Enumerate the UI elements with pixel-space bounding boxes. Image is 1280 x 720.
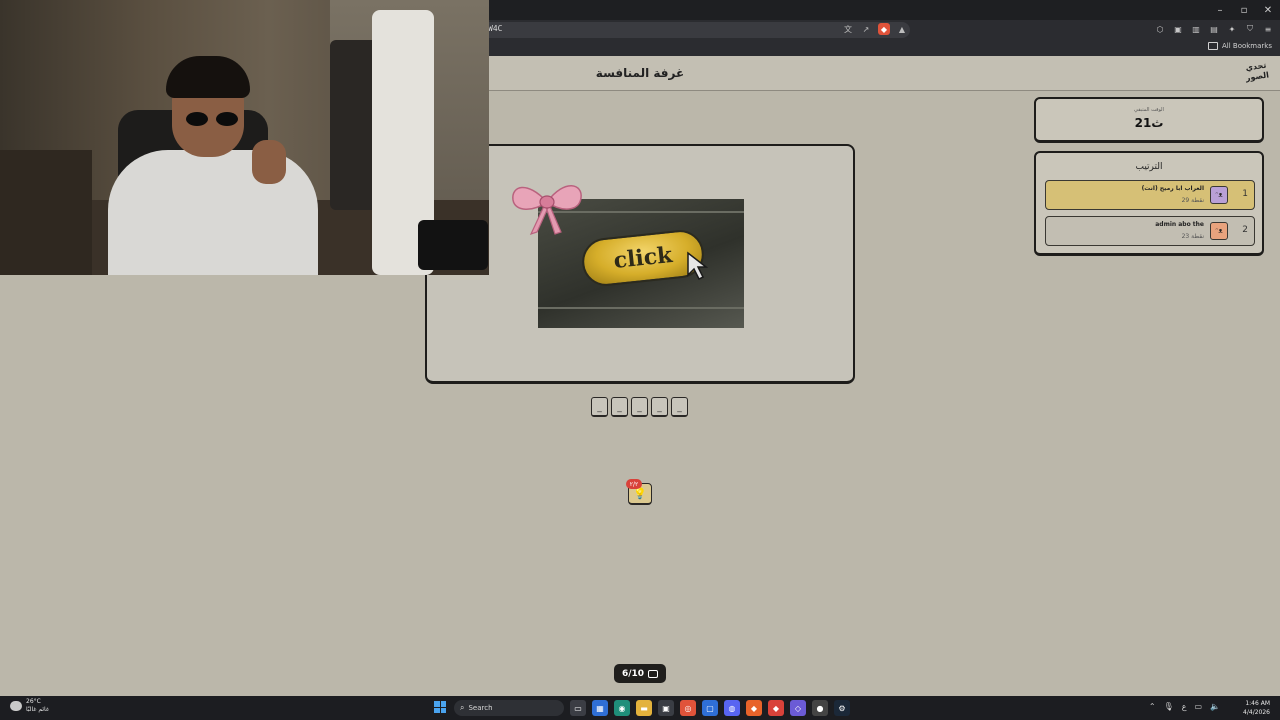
webcam-person-body (108, 150, 318, 275)
player-name: الغراب ابا رميح (انت) (1141, 185, 1204, 192)
weather-temp: 26°C (26, 698, 41, 705)
address-bar-icons: 文 ↗ ◆ ▲ (842, 23, 908, 35)
windows-start-icon[interactable] (434, 701, 446, 713)
image-stripe (538, 307, 744, 309)
translate-icon[interactable]: 文 (842, 23, 854, 35)
site-logo[interactable]: تحدي الصور (1242, 60, 1271, 87)
answer-slot[interactable]: _ (671, 397, 688, 417)
chevron-up-icon[interactable]: ⌃ (1149, 702, 1156, 711)
rank-number: 2 (1242, 225, 1248, 235)
wallet-icon[interactable]: ▤ (1208, 23, 1220, 35)
image-word: click (612, 242, 674, 274)
file-explorer-icon[interactable]: ▬ (636, 700, 652, 716)
minimize-button[interactable]: – (1208, 0, 1232, 20)
timer-value: 21ث (1134, 116, 1164, 130)
language-indicator[interactable]: ع (1182, 702, 1187, 711)
chrome-icon[interactable]: ◎ (680, 700, 696, 716)
task-view-icon[interactable]: ▭ (570, 700, 586, 716)
player-points: 29 نقطة (1181, 197, 1204, 204)
timer-card: الوقت المتبقي 21ث (1034, 97, 1264, 143)
answer-slot[interactable]: _ (591, 397, 608, 417)
ranking-title: الترتيب (1135, 162, 1163, 172)
cursor-icon (687, 251, 709, 281)
answer-slot[interactable]: _ (631, 397, 648, 417)
rank-number: 1 (1242, 189, 1248, 199)
webcam-person-hand (252, 140, 286, 184)
discord-icon[interactable]: ◍ (724, 700, 740, 716)
timer-label: الوقت المتبقي (1134, 107, 1164, 113)
avatar: ᵔᴥ (1210, 222, 1228, 240)
system-tray: ⌃ 🎙 ع ▭ 🔈 (1149, 702, 1220, 711)
all-bookmarks-label: All Bookmarks (1221, 42, 1272, 50)
page-title: غرفة المنافسة (595, 66, 685, 80)
answer-slot[interactable]: _ (611, 397, 628, 417)
leo-icon[interactable]: ✦ (1226, 23, 1238, 35)
image-icon (648, 669, 659, 678)
app-icon[interactable]: ▢ (702, 700, 718, 716)
taskbar-search[interactable]: ⌕ Search (454, 700, 564, 716)
hint-count-badge: ٢/٢ (626, 479, 642, 489)
steam-icon[interactable]: ⚙ (834, 700, 850, 716)
ranking-card: الترتيب 1 ᵔᴥ الغراب ابا رميح (انت) 29 نق… (1034, 151, 1264, 256)
volume-icon[interactable]: 🔈 (1210, 702, 1220, 711)
obs-icon[interactable]: ● (812, 700, 828, 716)
window-controls: – ▫ ✕ (1208, 0, 1280, 20)
webcam-table (0, 150, 92, 275)
ranking-row: 1 ᵔᴥ الغراب ابا رميح (انت) 29 نقطة (1045, 180, 1255, 210)
screenshot-icon[interactable]: ▣ (1172, 23, 1184, 35)
browser-toolbar-icons: ⬡ ▣ ▥ ▤ ✦ ⛉ ≡ (1154, 23, 1274, 35)
widgets-icon[interactable]: ▦ (592, 700, 608, 716)
avatar: ᵔᴥ (1210, 186, 1228, 204)
vpn-icon[interactable]: ⛉ (1244, 23, 1256, 35)
ranking-row: 2 ᵔᴥ admin abo the 23 نقطة (1045, 216, 1255, 246)
puzzle-image-card: click (425, 144, 855, 384)
progress-text: 6/10 (621, 668, 645, 679)
webcam-bag (418, 220, 488, 270)
maximize-button[interactable]: ▫ (1232, 0, 1256, 20)
folder-icon (1207, 42, 1218, 50)
close-window-button[interactable]: ✕ (1256, 0, 1280, 20)
cloud-icon (10, 701, 22, 711)
address-bar-text[interactable]: W4C (488, 24, 502, 33)
answer-slots: _ _ _ _ _ (591, 397, 688, 417)
player-points: 23 نقطة (1181, 233, 1204, 240)
weather-desc: غائم غالبًا (26, 706, 49, 713)
network-icon[interactable]: ▭ (1194, 702, 1202, 711)
store-icon[interactable]: ▣ (658, 700, 674, 716)
brave-active-icon[interactable]: ◆ (768, 700, 784, 716)
search-label: Search (468, 704, 493, 712)
bow-icon (512, 185, 582, 236)
share-icon[interactable]: ↗ (860, 23, 872, 35)
taskbar-clock[interactable]: 1:46 AM 4/4/2026 (1243, 699, 1270, 717)
taskbar-apps: ▭ ▦ ◉ ▬ ▣ ◎ ▢ ◍ ◆ ◆ ◇ ● ⚙ (570, 700, 850, 716)
search-icon: ⌕ (460, 703, 465, 712)
sunglasses-icon (186, 112, 238, 126)
extensions-icon[interactable]: ⬡ (1154, 23, 1166, 35)
brave-shield-icon[interactable]: ◆ (878, 23, 890, 35)
brave-rewards-icon[interactable]: ▲ (896, 23, 908, 35)
webcam-overlay (0, 0, 489, 275)
edge-icon[interactable]: ◉ (614, 700, 630, 716)
all-bookmarks-button[interactable]: All Bookmarks (1207, 42, 1272, 50)
menu-icon[interactable]: ≡ (1262, 23, 1274, 35)
clock-time: 1:46 AM (1245, 700, 1270, 707)
webcam-person-hair (166, 56, 250, 98)
app-icon-2[interactable]: ◇ (790, 700, 806, 716)
clock-date: 4/4/2026 (1243, 709, 1270, 716)
answer-slot[interactable]: _ (651, 397, 668, 417)
microphone-icon[interactable]: 🎙 (1164, 702, 1174, 711)
player-name: admin abo the (1155, 221, 1204, 228)
brave-icon[interactable]: ◆ (746, 700, 762, 716)
weather-widget[interactable]: 26°C غائم غالبًا (10, 698, 49, 714)
sidebar-icon[interactable]: ▥ (1190, 23, 1202, 35)
question-progress: 6/10 (614, 664, 666, 683)
